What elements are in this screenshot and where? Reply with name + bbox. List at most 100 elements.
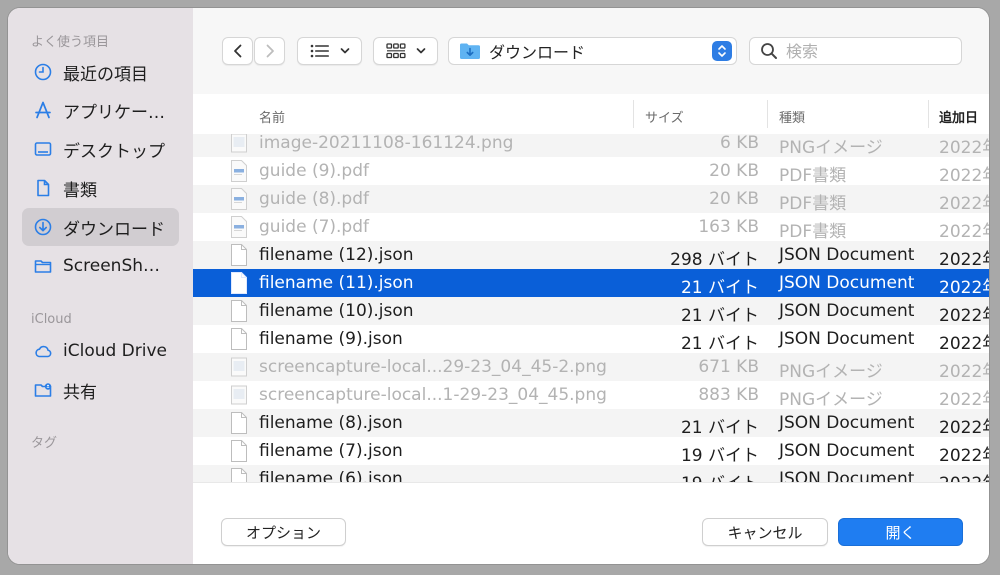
file-row[interactable]: filename (7).json 19 バイト JSON Document 2022… [193, 437, 989, 466]
file-date-added: 2022年 [939, 390, 989, 410]
chevron-right-icon [266, 44, 274, 58]
file-kind: JSON Document [779, 301, 915, 321]
file-kind: JSON Document [779, 329, 915, 349]
sidebar-item-downloads[interactable]: ダウンロード [22, 208, 179, 246]
file-kind: PNGイメージ [779, 138, 883, 158]
list-view-menu-button[interactable] [297, 37, 362, 65]
file-kind: PDF書類 [779, 166, 847, 186]
file-name: screencapture-local...1-29-23_04_45.png [259, 385, 607, 405]
file-date-added: 2022年 [939, 222, 989, 242]
column-name[interactable]: 名前 [259, 107, 285, 126]
file-open-dialog: よく使う項目 最近の項目 アプリケー… デスクトップ 書類 ダウンロード Scr… [8, 8, 989, 564]
pdf-file-icon [231, 160, 247, 182]
file-date-added: 2022年 [939, 138, 989, 158]
sidebar-item-label: 最近の項目 [63, 64, 148, 85]
column-kind[interactable]: 種類 [779, 107, 805, 126]
sidebar-section-tags: タグ [31, 436, 58, 451]
file-date-added: 2022年 [939, 362, 989, 382]
search-input[interactable] [784, 40, 948, 62]
file-row[interactable]: filename (12).json 298 バイト JSON Document 20… [193, 241, 989, 270]
sidebar-section-favorites: よく使う項目 [31, 35, 110, 50]
sidebar-item-label: デスクトップ [63, 141, 165, 162]
column-size[interactable]: サイズ [645, 107, 684, 126]
json-file-icon [231, 328, 247, 350]
sidebar-item-screenshots[interactable]: ScreenSh… [22, 247, 179, 285]
file-name: filename (9).json [259, 329, 403, 349]
file-name: filename (11).json [259, 273, 414, 293]
list-icon [310, 44, 329, 58]
sidebar-item-shared[interactable]: 共有 [22, 371, 179, 409]
file-name: filename (12).json [259, 245, 414, 265]
options-button[interactable]: オプション [221, 518, 346, 546]
file-row[interactable]: filename (10).json 21 バイト JSON Document 202… [193, 297, 989, 326]
file-row[interactable]: screencapture-local...1-29-23_04_45.png 8… [193, 381, 989, 410]
file-row[interactable]: image-20211108-161124.png 6 KB PNGイメージ 2022… [193, 134, 989, 158]
file-list: image-20211108-161124.png 6 KB PNGイメージ 2022… [193, 134, 989, 482]
file-date-added: 2022年 [939, 250, 989, 270]
chevron-down-icon [416, 48, 425, 54]
file-row[interactable]: filename (9).json 21 バイト JSON Document 2022… [193, 325, 989, 354]
file-size: 20 KB [709, 161, 759, 181]
open-button[interactable]: 開く [838, 518, 963, 546]
column-divider[interactable] [767, 100, 768, 128]
file-row[interactable]: guide (9).pdf 20 KB PDF書類 2022年 [193, 157, 989, 186]
json-file-icon [231, 300, 247, 322]
sidebar-item-desktop[interactable]: デスクトップ [22, 130, 179, 168]
chevron-left-icon [233, 44, 241, 58]
file-date-added: 2022年 [939, 469, 989, 482]
file-kind: JSON Document [779, 413, 915, 433]
column-divider[interactable] [928, 100, 929, 128]
sidebar-item-label: ダウンロード [63, 219, 165, 240]
grid-icon [385, 43, 406, 59]
file-name: guide (9).pdf [259, 161, 369, 181]
file-kind: PDF書類 [779, 222, 847, 242]
image-file-icon [231, 356, 247, 378]
sidebar-item-recents[interactable]: 最近の項目 [22, 53, 179, 91]
file-kind: PNGイメージ [779, 390, 883, 410]
file-size: 19 バイト [681, 469, 759, 482]
file-size: 6 KB [719, 134, 759, 153]
sidebar-item-icloud-drive[interactable]: iCloud Drive [22, 332, 179, 370]
file-kind: JSON Document [779, 441, 915, 461]
file-kind: JSON Document [779, 273, 915, 293]
sidebar: よく使う項目 最近の項目 アプリケー… デスクトップ 書類 ダウンロード Scr… [8, 8, 193, 564]
file-size: 163 KB [698, 217, 759, 237]
back-button[interactable] [222, 37, 253, 65]
file-row[interactable]: guide (7).pdf 163 KB PDF書類 2022年 [193, 213, 989, 242]
file-row[interactable]: filename (6).json 19 バイト JSON Document 2022… [193, 465, 989, 482]
group-view-menu-button[interactable] [373, 37, 438, 65]
pdf-file-icon [231, 216, 247, 238]
forward-button[interactable] [254, 37, 285, 65]
file-date-added: 2022年 [939, 418, 989, 438]
file-row[interactable]: filename (8).json 21 バイト JSON Document 2022… [193, 409, 989, 438]
location-label: ダウンロード [489, 43, 586, 62]
file-row[interactable]: filename (11).json 21 バイト JSON Document 202… [193, 269, 989, 298]
sidebar-item-applications[interactable]: アプリケー… [22, 91, 179, 129]
document-icon [33, 178, 53, 198]
file-date-added: 2022年 [939, 306, 989, 326]
file-name: filename (10).json [259, 301, 414, 321]
sidebar-item-label: アプリケー… [63, 102, 165, 123]
json-file-icon [231, 272, 247, 294]
column-header: 名前 サイズ 種類 追加日 [193, 94, 989, 135]
sidebar-item-label: iCloud Drive [63, 341, 168, 361]
location-popup[interactable]: ダウンロード [448, 37, 737, 65]
shared-folder-icon [33, 380, 53, 400]
cancel-button[interactable]: キャンセル [702, 518, 828, 546]
column-date-added[interactable]: 追加日 [939, 107, 978, 126]
column-divider[interactable] [633, 100, 634, 128]
cloud-icon [33, 341, 53, 361]
search-icon [761, 43, 777, 59]
file-name: filename (7).json [259, 441, 403, 461]
search-field[interactable] [749, 37, 962, 65]
sidebar-item-documents[interactable]: 書類 [22, 169, 179, 207]
file-row[interactable]: guide (8).pdf 20 KB PDF書類 2022年 [193, 185, 989, 214]
file-date-added: 2022年 [939, 194, 989, 214]
chevron-down-icon [340, 48, 349, 54]
file-name: filename (6).json [259, 469, 403, 482]
location-stepper-icon [712, 41, 732, 61]
file-row[interactable]: screencapture-local...29-23_04_45-2.png 6… [193, 353, 989, 382]
sidebar-item-label: 書類 [63, 180, 97, 201]
toolbar: ダウンロード [193, 8, 989, 95]
file-name: image-20211108-161124.png [259, 134, 514, 153]
